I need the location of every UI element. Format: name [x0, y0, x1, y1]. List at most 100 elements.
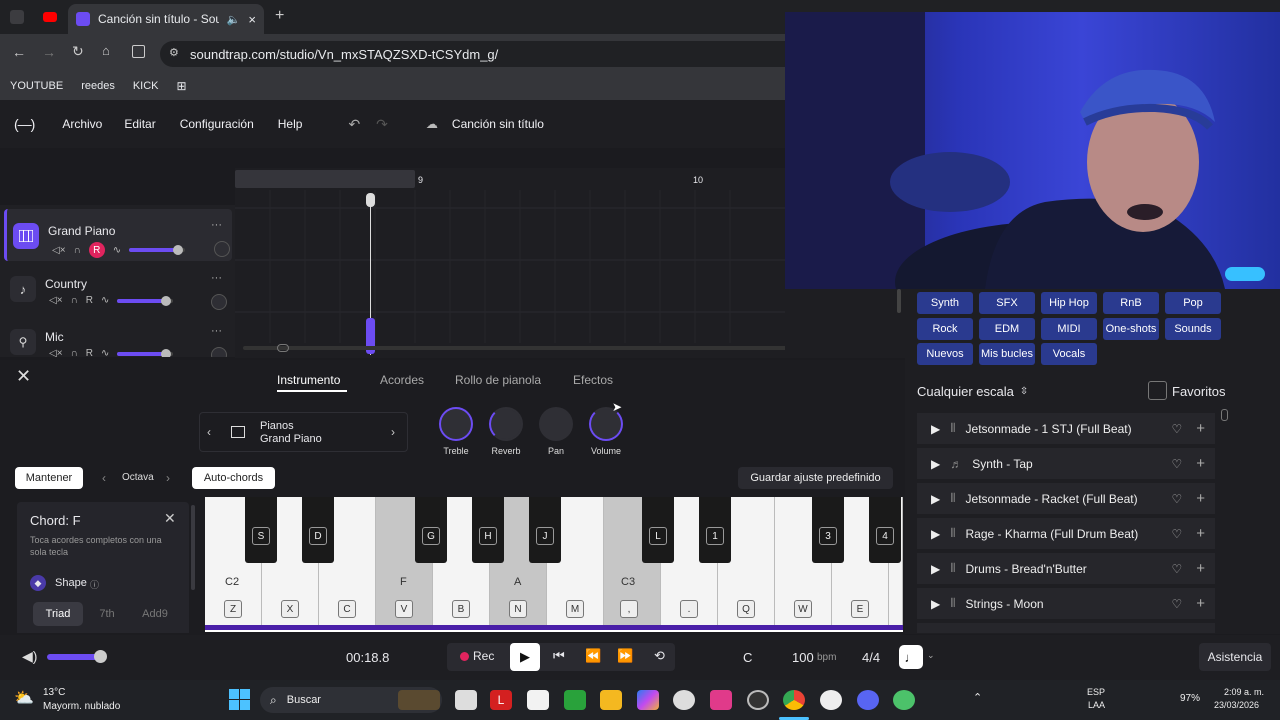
close-chord-icon[interactable]: ✕ [164, 510, 176, 527]
knob-dial[interactable] [539, 407, 573, 441]
loops-scrollbar[interactable] [1221, 409, 1228, 421]
shape-triad[interactable]: Triad [33, 602, 83, 626]
black-key[interactable]: 3 [812, 497, 844, 563]
heart-icon[interactable]: ♡ [1171, 457, 1182, 471]
bookmark-kick[interactable]: KICK [133, 80, 159, 92]
record-arm-button[interactable]: R [88, 242, 105, 258]
close-panel-icon[interactable]: ✕ [16, 366, 31, 387]
loop-item[interactable]: ▶ ⦀ Strings - Moon ♡ + [917, 588, 1215, 619]
add-icon[interactable]: + [1196, 455, 1205, 472]
taskbar-tiktok-icon[interactable] [710, 690, 732, 710]
track-grand-piano[interactable]: Grand Piano ··· ◁× ∩ R ∿ [4, 209, 232, 261]
taskbar-app-l-icon[interactable]: L [490, 690, 512, 710]
heart-icon[interactable]: ♡ [1171, 527, 1182, 541]
automation-icon[interactable]: ∿ [113, 245, 121, 256]
scrollbar-thumb[interactable] [277, 344, 289, 352]
soundtrap-logo-icon[interactable]: (—) [14, 116, 35, 132]
taskbar-folder-icon[interactable] [600, 690, 622, 710]
skip-back-icon[interactable]: ⏮ [553, 648, 565, 664]
category-nuevos[interactable]: Nuevos [917, 343, 973, 365]
category-pop[interactable]: Pop [1165, 292, 1221, 314]
site-info-icon[interactable]: ⚙ [169, 46, 179, 59]
piano-keyboard[interactable]: Z C2 X C VF B NA M , C3 . Q W E S D G H J … [205, 497, 903, 632]
redo-icon[interactable]: ↷ [376, 116, 388, 133]
play-icon[interactable]: ▶ [931, 527, 940, 541]
menu-configuracion[interactable]: Configuración [180, 117, 254, 131]
tab-acordes[interactable]: Acordes [380, 373, 424, 387]
automation-icon[interactable]: ∿ [101, 348, 109, 357]
tab-rollo-de-pianola[interactable]: Rollo de pianola [455, 373, 541, 387]
metronome-dropdown-icon[interactable]: ⌄ [927, 650, 935, 661]
volume-knob[interactable]: Volume [576, 407, 636, 456]
play-icon[interactable]: ▶ [931, 562, 940, 576]
clock-time[interactable]: 2:09 a. m. [1224, 687, 1264, 697]
taskbar-steam-icon[interactable] [820, 690, 842, 710]
taskbar-chrome-icon[interactable] [783, 690, 805, 710]
taskbar-app-files[interactable] [455, 690, 477, 710]
taskbar-clock-icon[interactable] [673, 690, 695, 710]
taskbar-app-gpu-icon[interactable] [564, 690, 586, 710]
heart-icon[interactable]: ♡ [1171, 597, 1182, 611]
autochords-button[interactable]: Auto-chords [192, 467, 275, 489]
headphones-icon[interactable]: ∩ [71, 295, 78, 306]
loop-item[interactable]: ▶ ⦀ Drums - Bread'n'Butter ♡ + [917, 553, 1215, 584]
tray-chevron-icon[interactable]: ⌃ [973, 691, 982, 704]
scale-select[interactable]: Cualquier escala ⇳ [917, 384, 1028, 399]
play-icon[interactable]: ▶ [931, 492, 940, 506]
speaker-icon[interactable]: 🔈 [227, 13, 241, 26]
headphones-icon[interactable]: ∩ [71, 348, 78, 357]
volume-slider[interactable] [129, 245, 186, 255]
back-icon[interactable]: ← [12, 44, 26, 60]
language-layout[interactable]: LAA [1088, 700, 1105, 710]
record-icon[interactable] [460, 652, 469, 661]
youtube-tab-icon[interactable] [43, 12, 57, 22]
pan-knob[interactable] [214, 241, 230, 257]
forward-icon[interactable]: → [42, 44, 56, 60]
key-display[interactable]: C [743, 650, 752, 665]
taskbar-app-game[interactable] [398, 690, 440, 710]
bookmark-youtube[interactable]: YOUTUBE [10, 80, 63, 92]
next-instrument-icon[interactable]: › [391, 425, 395, 439]
metronome-icon[interactable]: ♩ [899, 645, 923, 669]
track-country[interactable]: ♪ Country ··· ◁× ∩ R ∿ [4, 262, 232, 314]
add-icon[interactable]: + [1196, 490, 1205, 507]
black-key[interactable]: J [529, 497, 561, 563]
bookmark-reedes[interactable]: reedes [81, 80, 115, 92]
heart-icon[interactable]: ♡ [1171, 422, 1182, 436]
weather-icon[interactable]: ⛅ [14, 688, 34, 708]
category-midi[interactable]: MIDI [1041, 318, 1097, 340]
menu-editar[interactable]: Editar [124, 117, 155, 131]
pan-knob[interactable] [211, 347, 227, 357]
volume-slider[interactable] [117, 295, 174, 306]
shape-add9[interactable]: Add9 [133, 602, 177, 626]
menu-help[interactable]: Help [278, 117, 303, 131]
sidebar-icon[interactable] [132, 45, 145, 58]
knob-dial[interactable] [489, 407, 523, 441]
record-arm-button[interactable]: R [86, 295, 93, 306]
black-key[interactable]: 4 [869, 497, 901, 563]
automation-icon[interactable]: ∿ [101, 295, 109, 306]
battery-percent[interactable]: 97% [1180, 693, 1200, 704]
category-synth[interactable]: Synth [917, 292, 973, 314]
category-sounds[interactable]: Sounds [1165, 318, 1221, 340]
loop-icon[interactable]: ⟲ [654, 648, 665, 664]
play-icon[interactable]: ▶ [931, 597, 940, 611]
add-icon[interactable]: + [1196, 420, 1205, 437]
timeline[interactable] [235, 168, 785, 358]
add-icon[interactable]: + [1196, 595, 1205, 612]
taskbar-copilot-icon[interactable] [637, 690, 659, 710]
pan-knob[interactable] [211, 294, 227, 310]
volume-slider[interactable] [117, 348, 174, 357]
taskbar-obs-icon[interactable] [747, 690, 769, 710]
play-icon[interactable]: ▶ [931, 457, 940, 471]
octave-down-icon[interactable]: ‹ [102, 471, 106, 485]
bpm-value[interactable]: 100 [792, 650, 814, 665]
info-icon[interactable]: ⓘ [90, 578, 99, 591]
loop-region[interactable] [235, 170, 415, 188]
meter-display[interactable]: 4/4 [862, 650, 880, 665]
category-edm[interactable]: EDM [979, 318, 1035, 340]
black-key[interactable]: 1 [699, 497, 731, 563]
black-key[interactable]: H [472, 497, 504, 563]
windows-start-icon[interactable] [229, 689, 250, 710]
tab-efectos[interactable]: Efectos [573, 373, 613, 387]
